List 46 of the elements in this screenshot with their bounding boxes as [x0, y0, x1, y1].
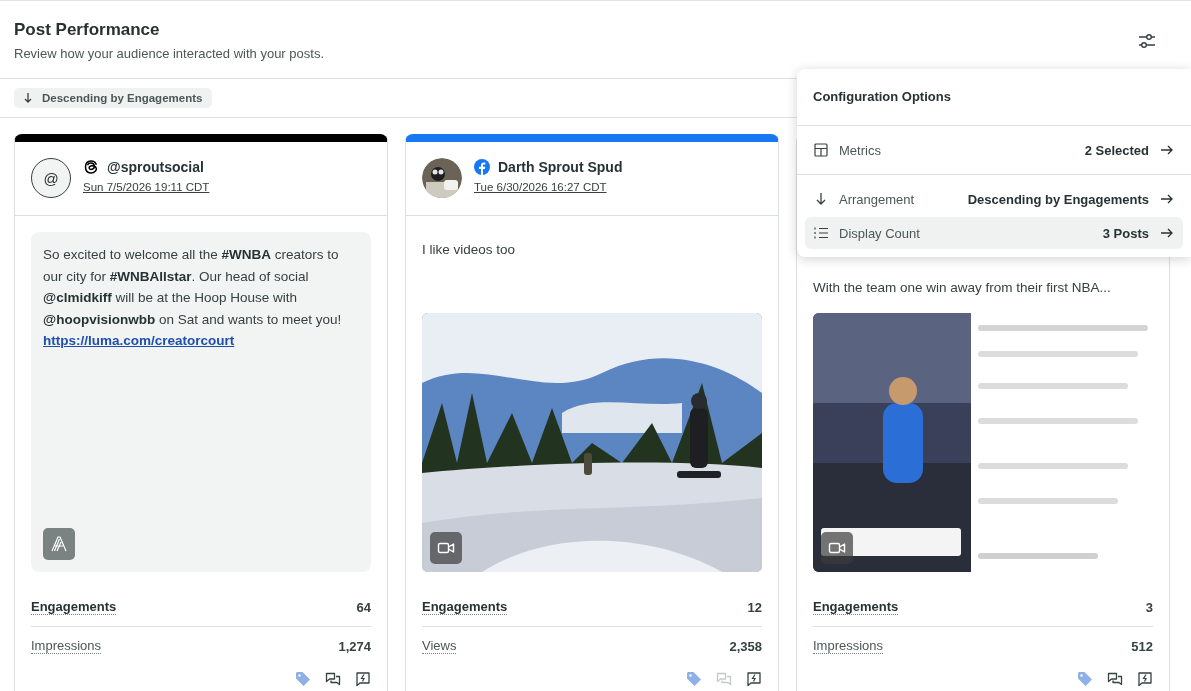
- metric-value: 512: [1131, 638, 1153, 654]
- post-text: So excited to welcome all the #WNBA creators to our city for #WNBAllstar. Our head of social @clmidkiff will be at the Hoop House with @hoopvisionwbb on Sat and wants to meet you! https://luma.com/creatorcourt: [43, 246, 343, 350]
- option-value: 3 Posts: [1102, 225, 1149, 241]
- config-option[interactable]: Display Count 3 Posts: [805, 217, 1183, 249]
- post-text: I like videos too: [422, 242, 517, 257]
- metric-value: 64: [356, 599, 371, 615]
- comments-icon[interactable]: [1107, 671, 1123, 687]
- metric-label[interactable]: Engagements: [31, 599, 117, 615]
- sort-chip[interactable]: Descending by Engagements: [14, 88, 213, 108]
- quick-reply-icon[interactable]: [355, 671, 371, 687]
- avatar: [422, 158, 462, 198]
- comments-icon[interactable]: [325, 671, 341, 687]
- option-label: Metrics: [839, 142, 882, 158]
- post-text: With the team one win away from their first NBA...: [813, 280, 1112, 295]
- metric-value: 2,358: [729, 638, 762, 654]
- metric-label[interactable]: Views: [422, 638, 457, 654]
- option-value: 2 Selected: [1084, 142, 1149, 158]
- quick-reply-icon[interactable]: [1137, 671, 1153, 687]
- post-date-link[interactable]: Sun 7/5/2026 19:11 CDT: [83, 181, 210, 193]
- popover-title: Configuration Options: [797, 69, 1191, 126]
- metric-value: 3: [1145, 599, 1153, 615]
- metric-value: 12: [747, 599, 762, 615]
- video-icon: [821, 532, 853, 564]
- metric-label[interactable]: Impressions: [31, 638, 102, 654]
- option-value: Descending by Engagements: [967, 191, 1149, 207]
- arrow-down-icon: [22, 92, 34, 104]
- post-date-link[interactable]: Tue 6/30/2026 16:27 CDT: [474, 181, 623, 193]
- metric-label[interactable]: Impressions: [813, 638, 884, 654]
- table-icon: [813, 142, 829, 158]
- avatar: @: [31, 158, 71, 198]
- option-label: Arrangement: [839, 191, 916, 207]
- metric-label[interactable]: Engagements: [813, 599, 899, 615]
- numbered-list-icon: [813, 225, 829, 241]
- metric-label[interactable]: Engagements: [422, 599, 508, 615]
- post-link[interactable]: https://luma.com/creatorcourt: [43, 333, 235, 348]
- option-label: Display Count: [839, 225, 921, 241]
- author-name: @sproutsocial: [107, 159, 204, 175]
- config-option[interactable]: Arrangement Descending by Engagements: [805, 183, 1183, 215]
- text-post-icon: [43, 528, 75, 560]
- author-name: Darth Sprout Spud: [498, 159, 623, 175]
- page-subtitle: Review how your audience interacted with your posts.: [14, 46, 324, 61]
- config-option[interactable]: Metrics 2 Selected: [805, 134, 1183, 166]
- page-title: Post Performance: [14, 20, 161, 40]
- metric-value: 1,274: [338, 638, 371, 654]
- quick-reply-icon[interactable]: [746, 671, 762, 687]
- video-icon: [430, 532, 462, 564]
